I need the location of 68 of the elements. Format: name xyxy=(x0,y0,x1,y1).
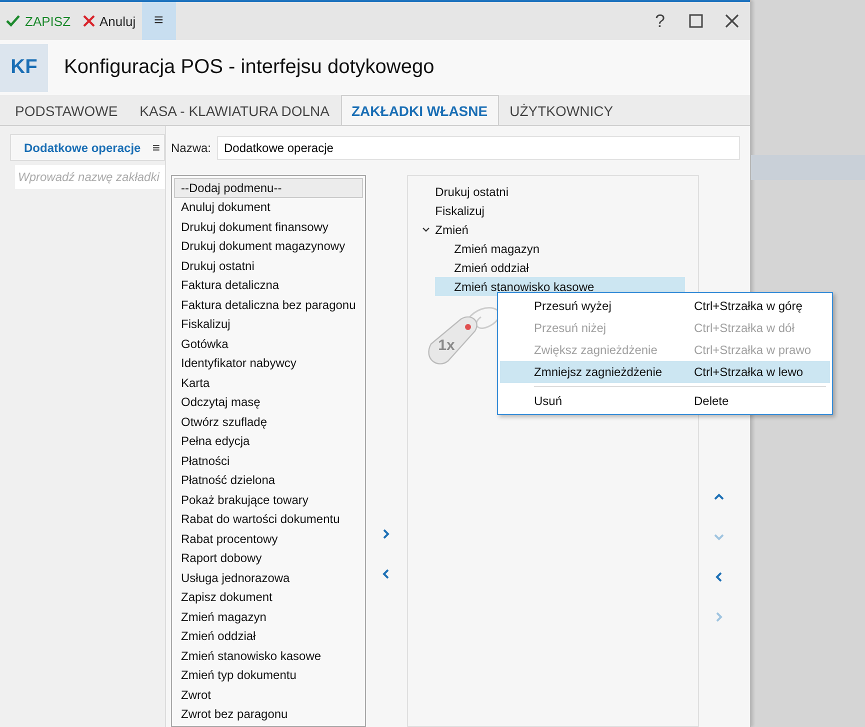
list-item[interactable]: Rabat procentowy xyxy=(174,529,363,548)
list-item[interactable]: Fiskalizuj xyxy=(174,314,363,334)
maximize-icon[interactable] xyxy=(689,14,703,28)
list-item[interactable]: Pokaż brakujące towary xyxy=(174,490,363,510)
list-item[interactable]: Raport dobowy xyxy=(174,548,363,568)
list-item[interactable]: --Dodaj podmenu-- xyxy=(174,178,363,198)
list-item[interactable]: Drukuj dokument magazynowy xyxy=(174,236,363,256)
list-item[interactable]: Gotówka xyxy=(174,334,363,354)
menu-button[interactable]: ≡ xyxy=(142,2,176,40)
list-item[interactable]: Anuluj dokument xyxy=(174,198,363,217)
list-item[interactable]: Zmień magazyn xyxy=(174,607,363,626)
menu-icon[interactable]: ≡ xyxy=(152,140,160,155)
shortcut-label: Ctrl+Strzałka w prawo xyxy=(694,343,812,357)
menu-item-label: Zmniejsz zagnieżdżenie xyxy=(534,365,664,379)
tree-item[interactable]: Fiskalizuj xyxy=(416,201,698,220)
help-button[interactable]: ? xyxy=(642,2,678,40)
cross-icon[interactable] xyxy=(82,15,95,27)
name-field[interactable]: Dodatkowe operacje xyxy=(217,136,740,160)
module-badge: KF xyxy=(0,44,48,92)
list-item[interactable]: Rabat do wartości dokumentu xyxy=(174,510,363,529)
custom-tab[interactable]: Dodatkowe operacje ≡ xyxy=(10,134,165,161)
search-field[interactable]: Wprowadź nazwę zakładki xyxy=(15,165,165,189)
list-item[interactable]: Zmień typ dokumentu xyxy=(174,666,363,685)
tree-item[interactable]: Zmień magazyn xyxy=(435,239,686,258)
list-item[interactable]: Usługa jednorazowa xyxy=(174,568,363,588)
tab[interactable]: KASA - KLAWIATURA DOLNA xyxy=(128,95,340,125)
cancel-button[interactable]: Anuluj xyxy=(76,2,142,40)
list-item[interactable]: Identyfikator nabywcy xyxy=(174,354,363,373)
shortcut-label: Ctrl+Strzałka w górę xyxy=(694,299,804,313)
list-item[interactable]: Pełna edycja xyxy=(174,432,363,451)
menu-item-label: Usuń xyxy=(534,394,564,408)
list-item[interactable]: Odczytaj masę xyxy=(174,392,363,412)
list-item[interactable]: Zwrot bez paragonu xyxy=(174,704,363,724)
chevron-down-icon[interactable] xyxy=(420,224,431,234)
list-item[interactable]: Drukuj ostatni xyxy=(174,256,363,276)
list-item[interactable]: Płatność dzielona xyxy=(174,470,363,490)
tree-item[interactable]: Zmień oddział xyxy=(435,258,686,277)
checkmark-icon[interactable] xyxy=(6,15,20,27)
list-item[interactable]: Zapisz dokument xyxy=(174,588,363,607)
name-label: Nazwa: xyxy=(171,141,212,155)
shortcut-label: Delete xyxy=(694,394,730,408)
tab[interactable]: ZAKŁADKI WŁASNE xyxy=(340,95,499,125)
list-item[interactable]: Faktura detaliczna bez paragonu xyxy=(174,295,363,314)
tab[interactable]: PODSTAWOWE xyxy=(4,95,129,125)
shortcut-label: Ctrl+Strzałka w dół xyxy=(694,321,796,335)
list-item[interactable]: Zmień oddział xyxy=(174,626,363,646)
menu-item-label: Zwiększ zagnieżdżenie xyxy=(534,343,658,357)
shortcut-label: Ctrl+Strzałka w lewo xyxy=(694,365,804,379)
list-item[interactable]: Drukuj dokument finansowy xyxy=(174,217,363,236)
list-item[interactable]: Karta xyxy=(174,373,363,392)
list-item[interactable]: Otwórz szufladę xyxy=(174,412,363,432)
menu-item-label: Przesuń niżej xyxy=(534,321,608,335)
close-icon[interactable] xyxy=(725,14,739,28)
list-item[interactable]: Płatności xyxy=(174,451,363,470)
custom-tab-label[interactable]: Dodatkowe operacje xyxy=(24,140,141,154)
tab[interactable]: UŻYTKOWNICY xyxy=(498,95,624,125)
window-title: Konfiguracja POS - interfejsu dotykowego xyxy=(64,56,434,79)
menu-item[interactable]: Zmniejsz zagnieżdżenie Ctrl+Strzałka w lewo xyxy=(500,361,830,383)
list-item[interactable]: Zwrot xyxy=(174,685,363,704)
menu-item-label: Przesuń wyżej xyxy=(534,299,612,313)
menu-item[interactable]: Usuń Delete xyxy=(500,390,830,412)
menu-item[interactable]: Przesuń wyżej Ctrl+Strzałka w górę xyxy=(500,295,830,317)
tree-item[interactable]: Zmień xyxy=(416,220,698,239)
list-item[interactable]: Zmień stanowisko kasowe xyxy=(174,646,363,666)
save-button[interactable]: ZAPISZ xyxy=(0,2,77,40)
click-count-label: 1x xyxy=(438,337,455,354)
tree-item[interactable]: Drukuj ostatni xyxy=(416,182,698,201)
list-item[interactable]: Faktura detaliczna xyxy=(174,276,363,295)
